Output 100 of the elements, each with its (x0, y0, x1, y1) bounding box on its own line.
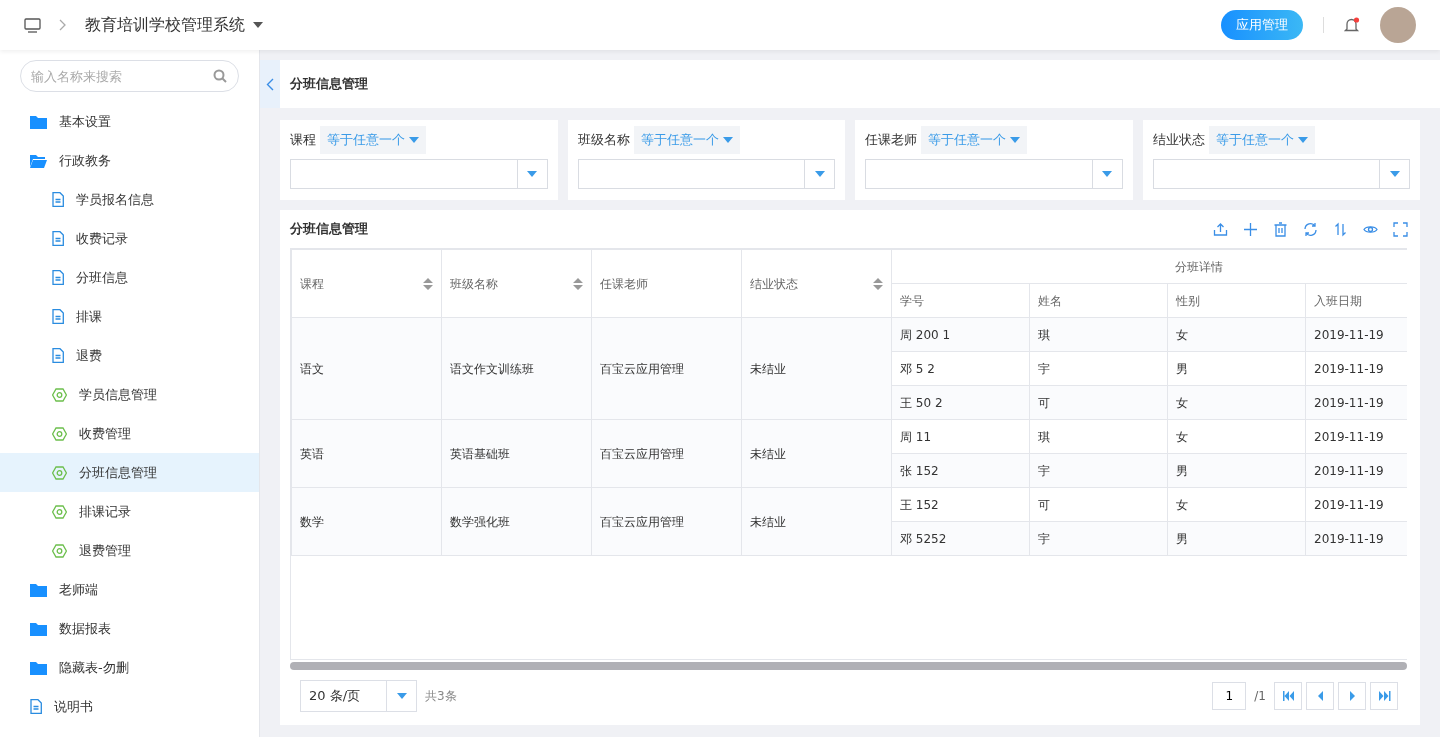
table-cell: 语文 (291, 317, 442, 420)
document-icon (30, 699, 42, 714)
sidebar-item[interactable]: 基本设置 (0, 102, 259, 141)
column-header[interactable]: 姓名 (1029, 283, 1168, 318)
page-input[interactable]: 1 (1212, 682, 1247, 710)
table-cell: 2019-11-19 (1305, 419, 1407, 454)
last-page-button[interactable] (1370, 682, 1398, 710)
table-cell: 王 50 2 (891, 385, 1030, 420)
table-cell: 数学 (291, 487, 442, 556)
folder-icon (30, 660, 47, 675)
sidebar-item[interactable]: 收费管理 (0, 414, 259, 453)
caret-down-icon (409, 136, 419, 143)
folder-icon (30, 621, 47, 636)
sort-icon[interactable] (1333, 221, 1348, 237)
table-cell: 2019-11-19 (1305, 385, 1407, 420)
column-header[interactable]: 结业状态 (741, 249, 892, 318)
hexagon-icon (52, 387, 67, 402)
table-title: 分班信息管理 (290, 220, 368, 239)
search-field[interactable]: 输入名称来搜索 (20, 60, 239, 92)
table-cell: 女 (1167, 487, 1306, 522)
folder-icon (30, 114, 47, 129)
sidebar-item[interactable]: 学员信息管理 (0, 375, 259, 414)
avatar[interactable] (1380, 7, 1416, 43)
table-cell: 周 200 1 (891, 317, 1030, 352)
sort-arrows-icon[interactable] (873, 277, 883, 290)
hexagon-icon (52, 504, 67, 519)
table-cell: 男 (1167, 453, 1306, 488)
system-title[interactable]: 教育培训学校管理系统 (85, 13, 245, 37)
sidebar-item[interactable]: 分班信息 (0, 258, 259, 297)
sidebar-item[interactable]: 行政教务 (0, 141, 259, 180)
caret-down-icon (1102, 170, 1112, 177)
table-cell: 男 (1167, 351, 1306, 386)
sort-arrows-icon[interactable] (423, 277, 433, 290)
export-icon[interactable] (1213, 221, 1228, 237)
sidebar-item[interactable]: 退费 (0, 336, 259, 375)
hexagon-icon (52, 465, 67, 480)
first-page-button[interactable] (1274, 682, 1302, 710)
sidebar-item[interactable]: 分班信息管理 (0, 453, 259, 492)
sidebar-item[interactable]: 隐藏表-勿删 (0, 648, 259, 687)
table-cell: 2019-11-19 (1305, 521, 1407, 556)
table-cell: 百宝云应用管理 (591, 317, 742, 420)
sidebar-item[interactable]: 老师端 (0, 570, 259, 609)
sidebar-item[interactable]: 排课 (0, 297, 259, 336)
column-header[interactable]: 任课老师 (591, 249, 742, 318)
page-title: 分班信息管理 (290, 75, 368, 94)
document-icon (52, 309, 64, 324)
sidebar-item[interactable]: 学员报名信息 (0, 180, 259, 219)
sidebar-item[interactable]: 收费记录 (0, 219, 259, 258)
fullscreen-icon[interactable] (1393, 221, 1408, 237)
table-cell: 男 (1167, 521, 1306, 556)
sidebar-item[interactable]: 退费管理 (0, 531, 259, 570)
column-header[interactable]: 课程 (291, 249, 442, 318)
column-header[interactable]: 班级名称 (441, 249, 592, 318)
table-cell: 未结业 (741, 419, 892, 488)
chevron-left-icon (266, 77, 274, 91)
page-size-select[interactable]: 20 条/页 (300, 680, 417, 712)
table-cell: 琪 (1029, 317, 1168, 352)
filter-label: 结业状态 (1152, 131, 1205, 149)
document-icon (52, 270, 64, 285)
caret-down-icon (396, 693, 407, 699)
collapse-sidebar-button[interactable] (260, 60, 280, 108)
document-icon (52, 192, 64, 207)
column-group-header: 分班详情 (891, 249, 1407, 284)
filter-label: 任课老师 (865, 131, 917, 149)
trash-icon[interactable] (1273, 221, 1288, 237)
caret-down-icon (1389, 170, 1400, 177)
table-cell: 宇 (1029, 453, 1168, 488)
sidebar-item[interactable]: 说明书 (0, 687, 259, 726)
table-cell: 可 (1029, 487, 1168, 522)
bell-icon[interactable] (1344, 17, 1360, 33)
table-cell: 未结业 (741, 317, 892, 420)
column-header[interactable]: 学号 (891, 283, 1030, 318)
column-header[interactable]: 性别 (1167, 283, 1306, 318)
refresh-icon[interactable] (1303, 221, 1318, 237)
last-page-icon (1377, 690, 1391, 702)
first-page-icon (1281, 690, 1295, 702)
sort-arrows-icon[interactable] (573, 277, 583, 290)
table-cell: 邓 5 2 (891, 351, 1030, 386)
open-folder-icon (30, 153, 47, 168)
table-cell: 琪 (1029, 419, 1168, 454)
caret-down-icon (814, 170, 825, 177)
filter-label: 课程 (290, 131, 316, 149)
table-cell: 2019-11-19 (1305, 317, 1407, 352)
search-icon (213, 69, 227, 83)
sidebar-item[interactable]: 数据报表 (0, 609, 259, 648)
previous-page-button[interactable] (1306, 682, 1334, 710)
caret-down-icon (1297, 136, 1308, 143)
page-total: /1 (1254, 688, 1266, 705)
table-cell: 英语 (291, 419, 442, 488)
document-icon (52, 348, 64, 363)
sidebar-item[interactable]: 排课记录 (0, 492, 259, 531)
table-cell: 语文作文训练班 (441, 317, 592, 420)
hexagon-icon (52, 543, 67, 558)
table-cell: 2019-11-19 (1305, 351, 1407, 386)
horizontal-scrollbar[interactable] (290, 662, 1407, 670)
table-cell: 可 (1029, 385, 1168, 420)
next-page-button[interactable] (1338, 682, 1366, 710)
table-cell: 2019-11-19 (1305, 487, 1407, 522)
add-icon[interactable] (1243, 221, 1258, 237)
caret-down-icon[interactable] (253, 22, 263, 28)
